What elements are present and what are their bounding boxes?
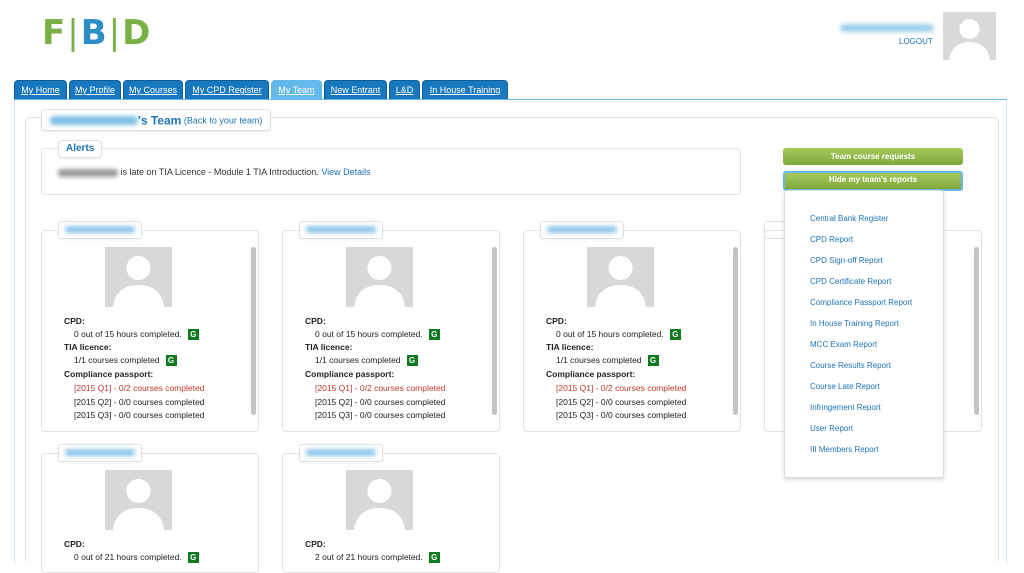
card-scrollbar[interactable] — [733, 247, 738, 415]
report-cpd-sign-off[interactable]: CPD Sign-off Report — [810, 256, 883, 265]
compliance-q2: [2015 Q2] - 0/0 courses completed — [556, 397, 687, 407]
status-badge: G — [647, 355, 659, 367]
tab-my-courses[interactable]: My Courses — [123, 80, 183, 99]
cpd-progress: 0 out of 21 hours completed. — [74, 552, 182, 562]
report-compliance-passport[interactable]: Compliance Passport Report — [810, 298, 912, 307]
member-avatar — [346, 247, 413, 307]
cpd-progress: 0 out of 15 hours completed. — [315, 329, 423, 339]
team-course-requests-button[interactable]: Team course requests — [783, 148, 963, 165]
cpd-progress: 0 out of 15 hours completed. — [74, 329, 182, 339]
tab-my-home[interactable]: My Home — [14, 80, 67, 99]
team-member-card[interactable]: CPD: 0 out of 15 hours completed. G TIA l… — [523, 230, 741, 432]
compliance-q1: [2015 Q1] - 0/2 courses completed — [556, 383, 687, 393]
compliance-q1: [2015 Q1] - 0/2 courses completed — [74, 383, 205, 393]
team-member-card[interactable]: CPD: 0 out of 15 hours completed. G TIA l… — [41, 230, 259, 432]
team-reports-menu: Central Bank Register CPD Report CPD Sig… — [784, 190, 944, 478]
report-course-results[interactable]: Course Results Report — [810, 361, 891, 370]
member-avatar — [346, 470, 413, 530]
compliance-q2: [2015 Q2] - 0/0 courses completed — [315, 397, 446, 407]
cpd-progress: 2 out of 21 hours completed. — [315, 552, 423, 562]
tia-progress: 1/1 courses completed — [74, 355, 160, 365]
compliance-q3: [2015 Q3] - 0/0 courses completed — [74, 410, 205, 420]
hide-team-reports-button[interactable]: Hide my team's reports — [783, 171, 963, 191]
status-badge: G — [428, 552, 440, 564]
tab-new-entrant[interactable]: New Entrant — [324, 80, 387, 99]
member-name-redacted — [306, 449, 376, 456]
fbd-logo: F|B|D — [42, 13, 152, 53]
compliance-q1: [2015 Q1] - 0/2 courses completed — [315, 383, 446, 393]
alerts-heading: Alerts — [58, 140, 103, 158]
status-badge: G — [187, 552, 199, 564]
manager-name-redacted — [50, 116, 138, 126]
cpd-progress: 0 out of 15 hours completed. — [556, 329, 664, 339]
report-course-late[interactable]: Course Late Report — [810, 382, 880, 391]
team-title: 's Team (Back to your team) — [41, 109, 272, 131]
card-scrollbar[interactable] — [974, 247, 979, 415]
report-mcc-exam[interactable]: MCC Exam Report — [810, 340, 877, 349]
compliance-q3: [2015 Q3] - 0/0 courses completed — [315, 410, 446, 420]
card-legend — [58, 221, 142, 239]
tab-in-house-training[interactable]: In House Training — [422, 80, 508, 99]
report-infringement[interactable]: Infringement Report — [810, 403, 881, 412]
report-central-bank-register[interactable]: Central Bank Register — [810, 214, 888, 223]
team-member-card[interactable]: CPD: 0 out of 15 hours completed. G TIA l… — [282, 230, 500, 432]
member-name-redacted — [547, 226, 617, 233]
alert-item: is late on TIA Licence - Module 1 TIA In… — [58, 167, 371, 177]
status-badge: G — [428, 329, 440, 341]
report-cpd-certificate[interactable]: CPD Certificate Report — [810, 277, 891, 286]
report-user[interactable]: User Report — [810, 424, 853, 433]
team-member-card[interactable]: CPD: 0 out of 21 hours completed. G — [41, 453, 259, 573]
report-cpd[interactable]: CPD Report — [810, 235, 853, 244]
member-name-redacted — [65, 449, 135, 456]
member-avatar — [587, 247, 654, 307]
team-member-card[interactable]: CPD: 2 out of 21 hours completed. G — [282, 453, 500, 573]
card-legend — [58, 444, 142, 462]
status-badge: G — [406, 355, 418, 367]
card-legend — [299, 221, 383, 239]
card-legend — [299, 444, 383, 462]
card-scrollbar[interactable] — [251, 247, 256, 415]
alert-person-redacted — [58, 168, 118, 177]
logout-link[interactable]: LOGOUT — [899, 37, 933, 46]
member-avatar — [105, 470, 172, 530]
report-iii-members[interactable]: III Members Report — [810, 445, 878, 454]
tab-l-and-d[interactable]: L&D — [389, 80, 420, 99]
status-badge: G — [165, 355, 177, 367]
view-details-link[interactable]: View Details — [321, 167, 370, 177]
back-to-team-link[interactable]: (Back to your team) — [184, 116, 263, 126]
tab-my-cpd-register[interactable]: My CPD Register — [185, 80, 269, 99]
status-badge: G — [187, 329, 199, 341]
compliance-q3: [2015 Q3] - 0/0 courses completed — [556, 410, 687, 420]
tab-my-team[interactable]: My Team — [271, 80, 322, 99]
user-avatar — [943, 12, 996, 60]
card-legend — [540, 221, 624, 239]
compliance-q2: [2015 Q2] - 0/0 courses completed — [74, 397, 205, 407]
status-badge: G — [669, 329, 681, 341]
report-in-house-training[interactable]: In House Training Report — [810, 319, 899, 328]
member-avatar — [105, 247, 172, 307]
member-name-redacted — [306, 226, 376, 233]
tia-progress: 1/1 courses completed — [556, 355, 642, 365]
tab-my-profile[interactable]: My Profile — [69, 80, 121, 99]
member-name-redacted — [65, 226, 135, 233]
card-scrollbar[interactable] — [492, 247, 497, 415]
user-name-redacted — [840, 24, 934, 32]
tia-progress: 1/1 courses completed — [315, 355, 401, 365]
